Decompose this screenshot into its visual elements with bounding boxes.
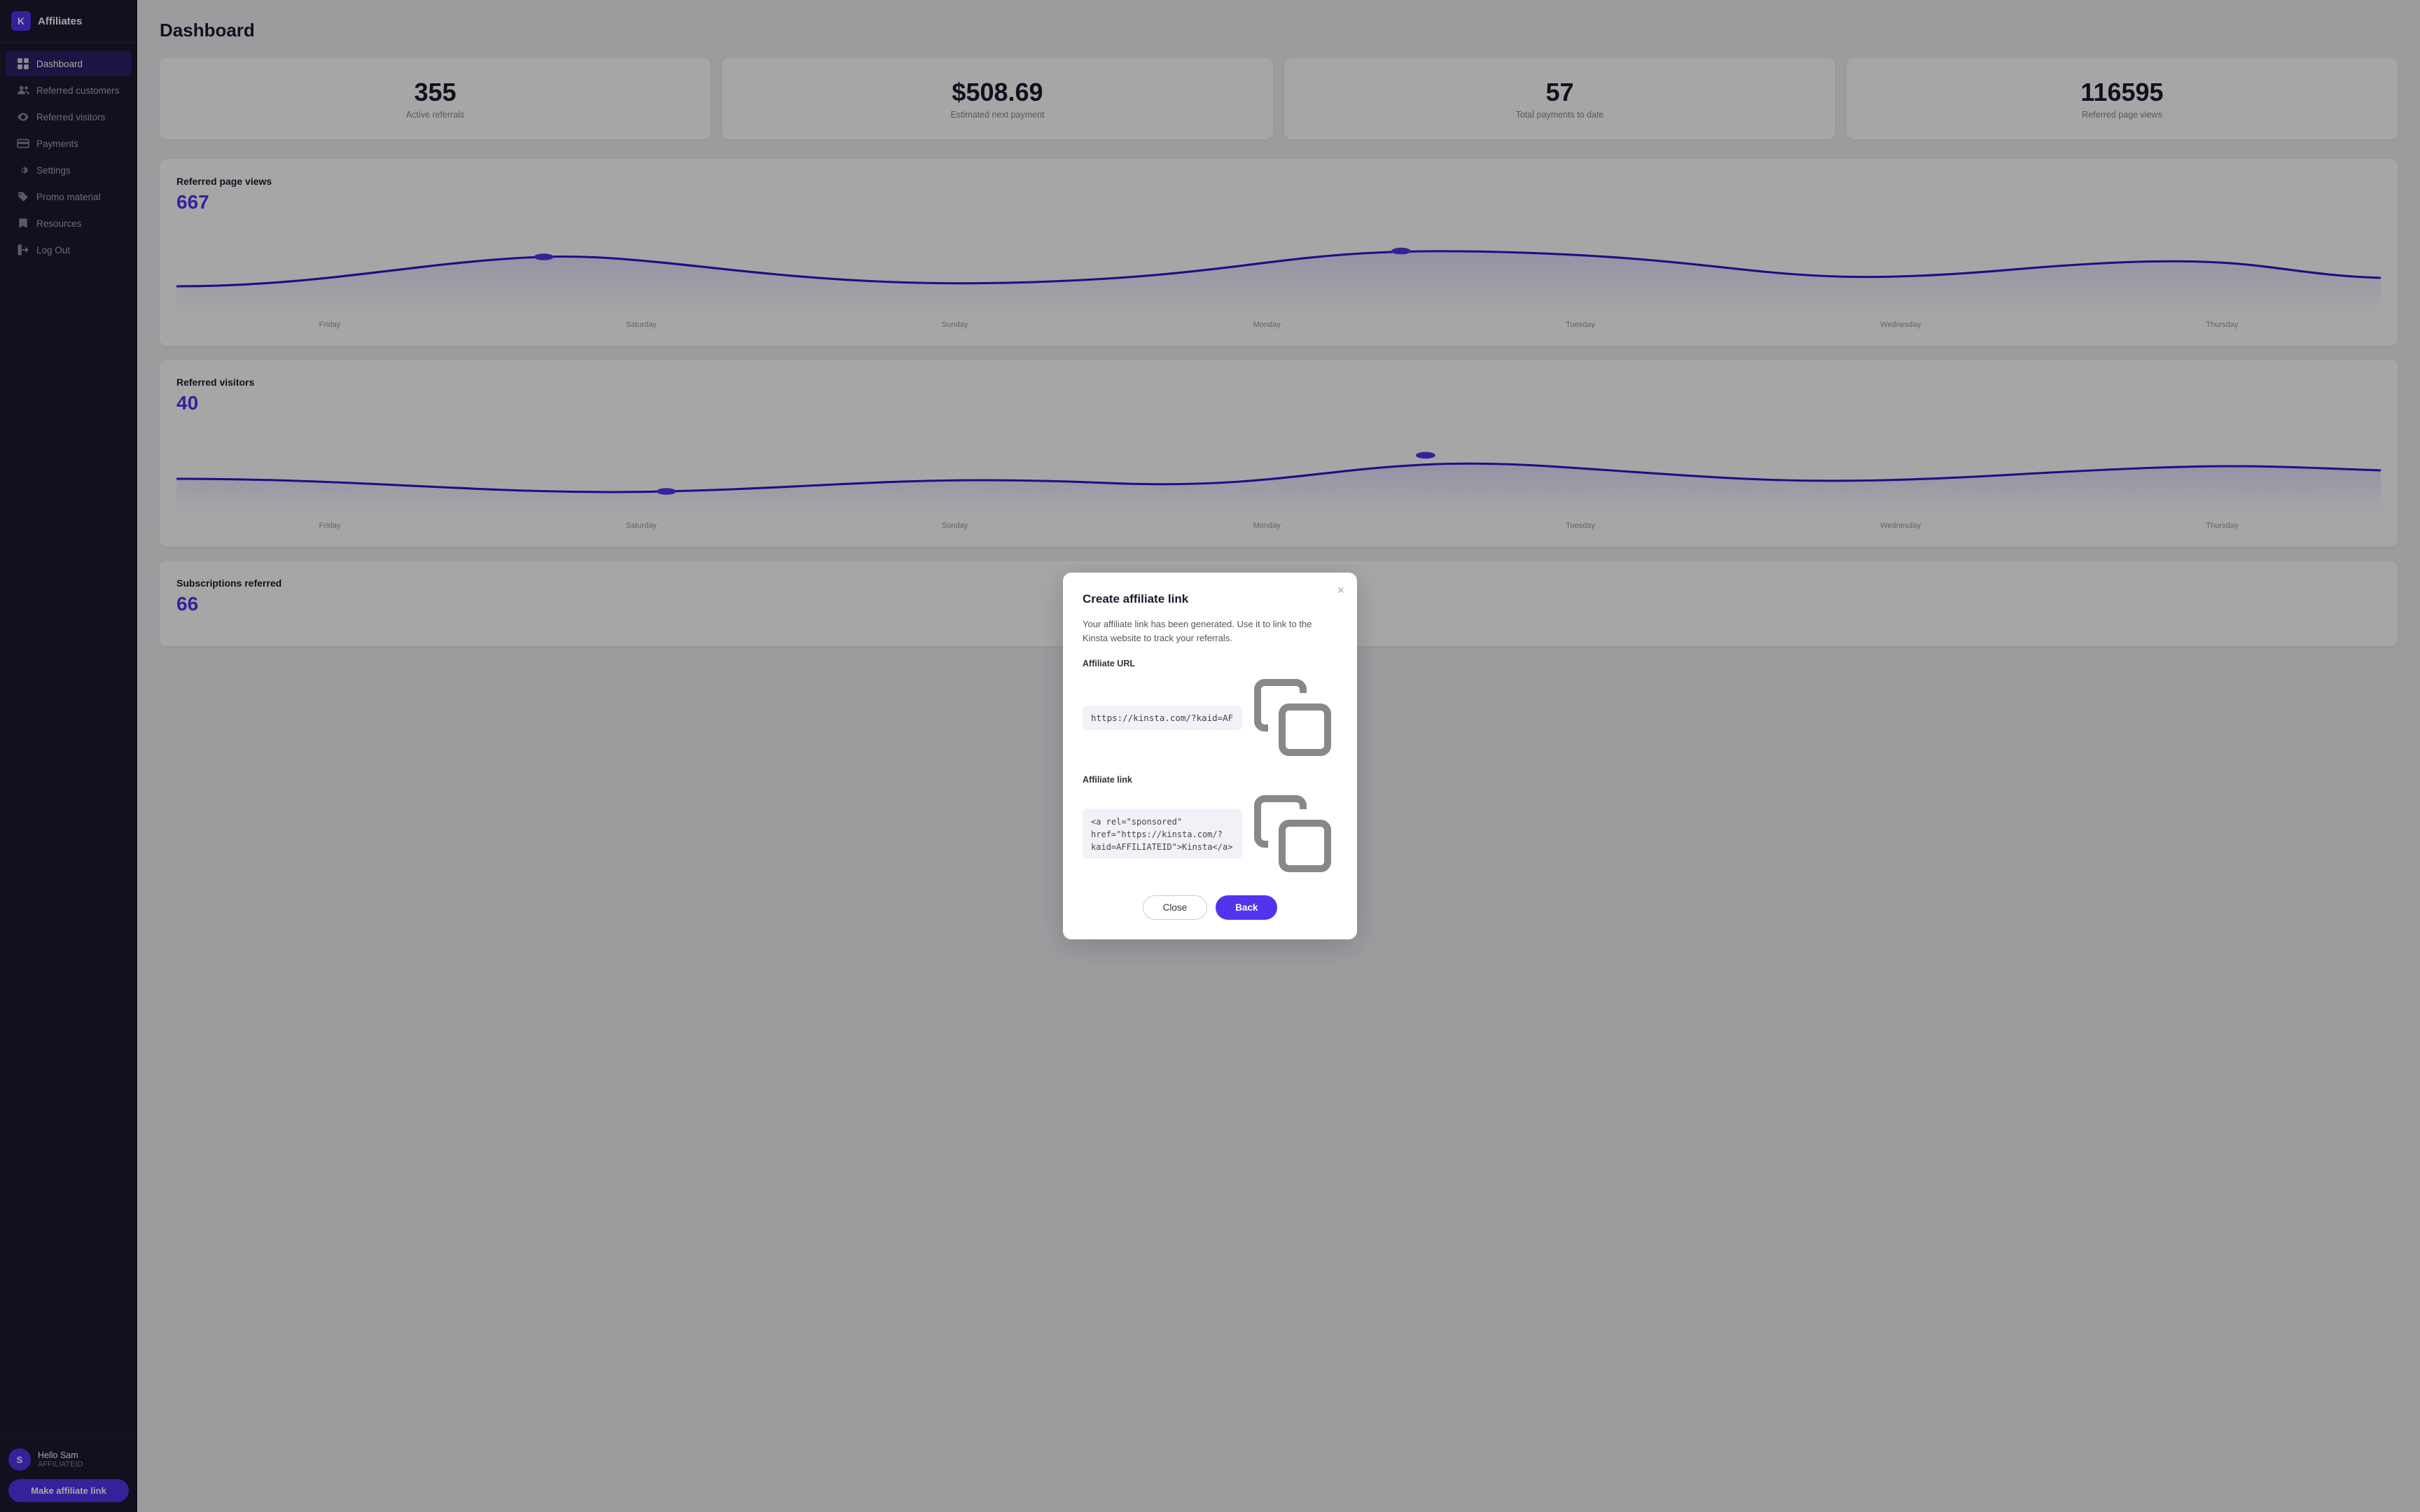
affiliate-link-row: <a rel="sponsored" href="https://kinsta.… xyxy=(1083,789,1337,878)
affiliate-link-textarea[interactable]: <a rel="sponsored" href="https://kinsta.… xyxy=(1083,808,1242,859)
copy-link-button[interactable] xyxy=(1248,789,1337,878)
copy-url-button[interactable] xyxy=(1248,673,1337,762)
affiliate-link-label: Affiliate link xyxy=(1083,775,1337,785)
affiliate-url-input[interactable] xyxy=(1083,706,1242,730)
create-affiliate-link-modal: Create affiliate link × Your affiliate l… xyxy=(1063,573,1357,939)
affiliate-link-field: Affiliate link <a rel="sponsored" href="… xyxy=(1083,775,1337,878)
back-button[interactable]: Back xyxy=(1216,895,1277,920)
affiliate-url-field: Affiliate URL xyxy=(1083,659,1337,762)
modal-overlay: Create affiliate link × Your affiliate l… xyxy=(0,0,2420,1512)
modal-actions: Close Back xyxy=(1083,895,1337,920)
affiliate-url-label: Affiliate URL xyxy=(1083,659,1337,668)
modal-close-button[interactable]: × xyxy=(1337,584,1344,596)
modal-description: Your affiliate link has been generated. … xyxy=(1083,617,1337,645)
close-button[interactable]: Close xyxy=(1143,895,1208,920)
modal-title: Create affiliate link xyxy=(1083,592,1337,606)
affiliate-url-row xyxy=(1083,673,1337,762)
